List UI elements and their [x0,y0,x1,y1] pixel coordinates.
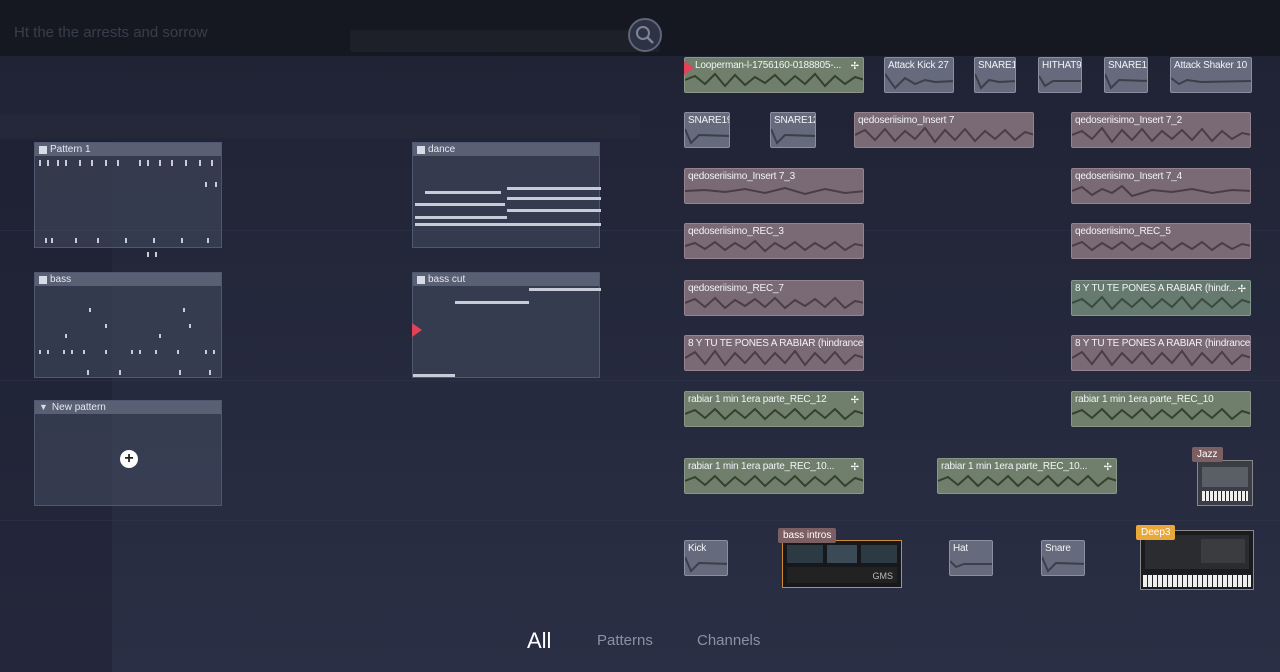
pattern-name: New pattern [51,402,106,413]
pattern-card-pattern-1[interactable]: Pattern 1 [34,142,222,257]
waveform [685,556,727,573]
waveform [938,474,1116,488]
audio-clip[interactable]: 8 Y TU TE PONES A RABIAR (hindrance... [684,335,864,371]
pattern-icon [417,275,425,284]
audio-clip[interactable]: Looperman-l-1756160-0188805-... ✢ [684,57,864,93]
plugin-thumbnail-jazz[interactable] [1197,460,1253,506]
waveform [685,474,863,488]
pattern-name: Pattern 1 [50,144,91,155]
plugin-logo: GMS [872,571,893,581]
audio-clip[interactable]: HITHAT9 [1038,57,1082,93]
pattern-header: Pattern 1 [35,143,221,156]
pattern-preview [35,156,221,257]
audio-clip[interactable]: qedoseriisimo_REC_7 [684,280,864,316]
pattern-header: dance [413,143,599,156]
pattern-icon [417,145,425,154]
waveform [685,186,863,196]
play-marker-icon [412,323,422,337]
audio-clip[interactable]: qedoseriisimo_REC_5 [1071,223,1251,259]
pattern-name: bass cut [428,274,466,285]
browser-tabs: All Patterns Channels [0,628,1280,662]
divider [0,520,1280,521]
pattern-card-dance[interactable]: dance [412,142,601,248]
background-title: Ht the the arrests and sorrow [14,24,208,41]
audio-clip[interactable]: 8 Y TU TE PONES A RABIAR (hindrance... [1071,335,1251,371]
waveform [685,72,863,88]
audio-clip[interactable]: SNARE12 [770,112,816,148]
waveform [1042,556,1084,573]
add-pattern-icon[interactable]: + [120,450,138,468]
plugin-thumbnail-bass-intros[interactable]: GMS [782,540,902,588]
audio-clip[interactable]: rabiar 1 min 1era parte_REC_10 [1071,391,1251,427]
background-toolbar [350,30,660,52]
plugin-tag: Jazz [1192,447,1223,462]
pattern-header: ▼ New pattern [35,401,221,414]
chevron-down-icon: ▼ [39,402,48,412]
pattern-icon [39,145,47,154]
pattern-preview [35,286,221,377]
divider [0,380,1280,381]
waveform [1072,407,1250,421]
waveform [1105,73,1147,90]
waveform [685,128,729,145]
tab-channels[interactable]: Channels [697,632,760,649]
waveform [1039,75,1081,88]
plugin-tag: bass intros [778,528,837,543]
audio-clip[interactable]: Attack Shaker 10 [1170,57,1252,93]
tab-patterns[interactable]: Patterns [597,632,653,649]
pattern-card-bass-cut[interactable]: bass cut [412,272,601,378]
audio-clip[interactable]: qedoseriisimo_REC_3 [684,223,864,259]
pattern-card-bass[interactable]: bass [34,272,222,378]
pattern-card-new[interactable]: ▼ New pattern + [34,400,222,506]
waveform [685,407,863,421]
audio-clip[interactable]: Hat [949,540,993,576]
waveform [685,239,863,253]
waveform [685,296,863,310]
waveform [685,349,863,367]
pattern-icon [39,275,47,284]
search-icon [636,26,654,44]
audio-clip[interactable]: Attack Kick 27 [884,57,954,93]
audio-clip[interactable]: rabiar 1 min 1era parte_REC_12 ✢ [684,391,864,427]
pattern-header: bass cut [413,273,599,286]
pattern-name: bass [50,274,72,285]
waveform [975,73,1015,90]
play-marker-icon [684,61,694,75]
waveform [885,73,953,90]
pattern-preview [413,156,601,247]
waveform [1072,349,1250,367]
background-playlist-strip [0,114,640,138]
audio-clip[interactable]: 8 Y TU TE PONES A RABIAR (hindr... ✢ [1071,280,1251,316]
waveform [855,126,1033,144]
audio-clip[interactable]: qedoseriisimo_Insert 7_3 [684,168,864,204]
waveform [1072,184,1250,198]
audio-clip[interactable]: rabiar 1 min 1era parte_REC_10... ✢ [937,458,1117,494]
audio-clip[interactable]: Kick [684,540,728,576]
plugin-tag: Deep3 [1136,525,1176,540]
search-button[interactable] [628,18,662,52]
pattern-preview [413,286,601,377]
waveform [1072,295,1250,311]
waveform [1171,77,1251,86]
pattern-name: dance [428,144,456,155]
audio-clip[interactable]: SNARE19 [684,112,730,148]
pattern-header: bass [35,273,221,286]
audio-clip[interactable]: qedoseriisimo_Insert 7 [854,112,1034,148]
waveform [950,560,992,569]
audio-clip[interactable]: qedoseriisimo_Insert 7_4 [1071,168,1251,204]
tab-all[interactable]: All [527,628,551,654]
waveform [1072,126,1250,144]
audio-clip[interactable]: qedoseriisimo_Insert 7_2 [1071,112,1251,148]
audio-clip[interactable]: SNARE1 [974,57,1016,93]
waveform [771,128,815,145]
audio-clip[interactable]: SNARE15 [1104,57,1148,93]
audio-clip[interactable]: Snare [1041,540,1085,576]
waveform [1072,240,1250,252]
audio-clip[interactable]: rabiar 1 min 1era parte_REC_10... ✢ [684,458,864,494]
